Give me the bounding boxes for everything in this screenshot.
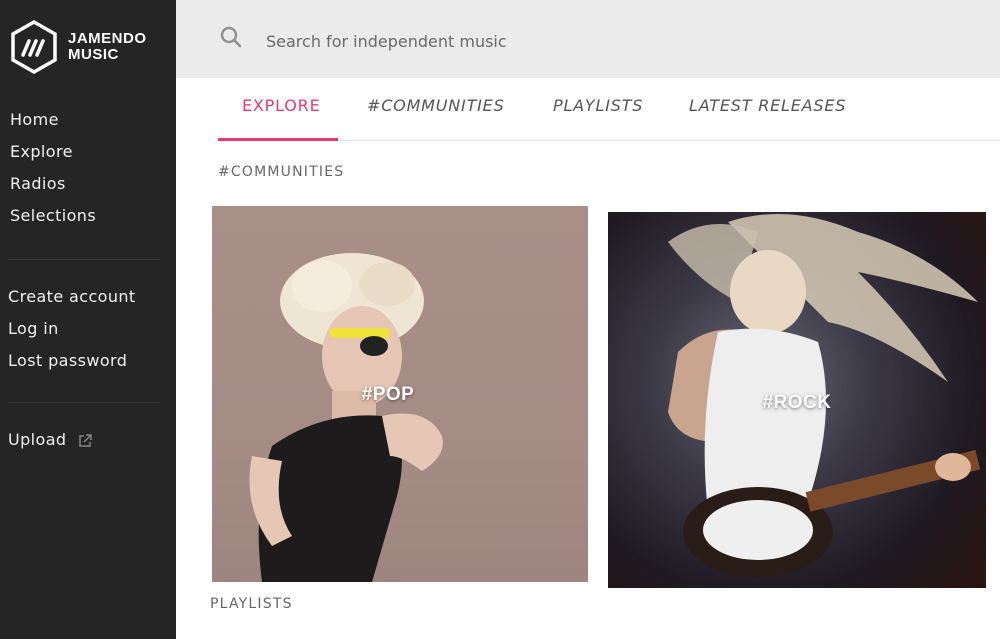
- community-card-rock[interactable]: #ROCK: [608, 212, 986, 588]
- upload-nav: Upload: [8, 424, 92, 456]
- nav-create-account[interactable]: Create account: [8, 281, 136, 313]
- jamendo-logo-icon: [11, 20, 57, 74]
- nav-explore[interactable]: Explore: [10, 136, 96, 168]
- external-link-icon: [79, 433, 92, 447]
- sidebar-divider: [8, 402, 160, 403]
- communities-heading: #COMMUNITIES: [218, 164, 345, 180]
- brand-name: JAMENDO MUSIC: [68, 31, 147, 63]
- tab-latest-releases[interactable]: LATEST RELEASES: [689, 96, 846, 115]
- sidebar-divider: [8, 259, 160, 260]
- nav-radios[interactable]: Radios: [10, 168, 96, 200]
- nav-lost-password[interactable]: Lost password: [8, 345, 136, 377]
- search-bar: [176, 0, 1000, 78]
- nav-home[interactable]: Home: [10, 104, 96, 136]
- search-icon[interactable]: [220, 26, 242, 48]
- tab-communities[interactable]: #COMMUNITIES: [367, 96, 505, 115]
- sidebar: JAMENDO MUSIC Home Explore Radios Select…: [0, 0, 176, 639]
- account-nav: Create account Log in Lost password: [8, 281, 136, 377]
- nav-upload[interactable]: Upload: [8, 424, 92, 456]
- community-label-rock: #ROCK: [762, 392, 832, 413]
- playlists-heading: PLAYLISTS: [210, 596, 293, 612]
- jamendo-logo[interactable]: JAMENDO MUSIC: [10, 20, 147, 74]
- community-card-pop[interactable]: #POP: [212, 206, 588, 582]
- explore-tabs: EXPLORE #COMMUNITIES PLAYLISTS LATEST RE…: [218, 90, 1000, 141]
- community-label-pop: #POP: [361, 384, 415, 405]
- nav-upload-label: Upload: [8, 430, 67, 449]
- tab-playlists[interactable]: PLAYLISTS: [553, 96, 643, 115]
- brand-line-2: MUSIC: [68, 46, 119, 63]
- search-input[interactable]: [264, 26, 868, 56]
- main-nav: Home Explore Radios Selections: [10, 104, 96, 232]
- nav-log-in[interactable]: Log in: [8, 313, 136, 345]
- active-tab-indicator: [218, 138, 338, 141]
- nav-selections[interactable]: Selections: [10, 200, 96, 232]
- brand-line-1: JAMENDO: [68, 30, 147, 47]
- tab-explore[interactable]: EXPLORE: [242, 96, 320, 115]
